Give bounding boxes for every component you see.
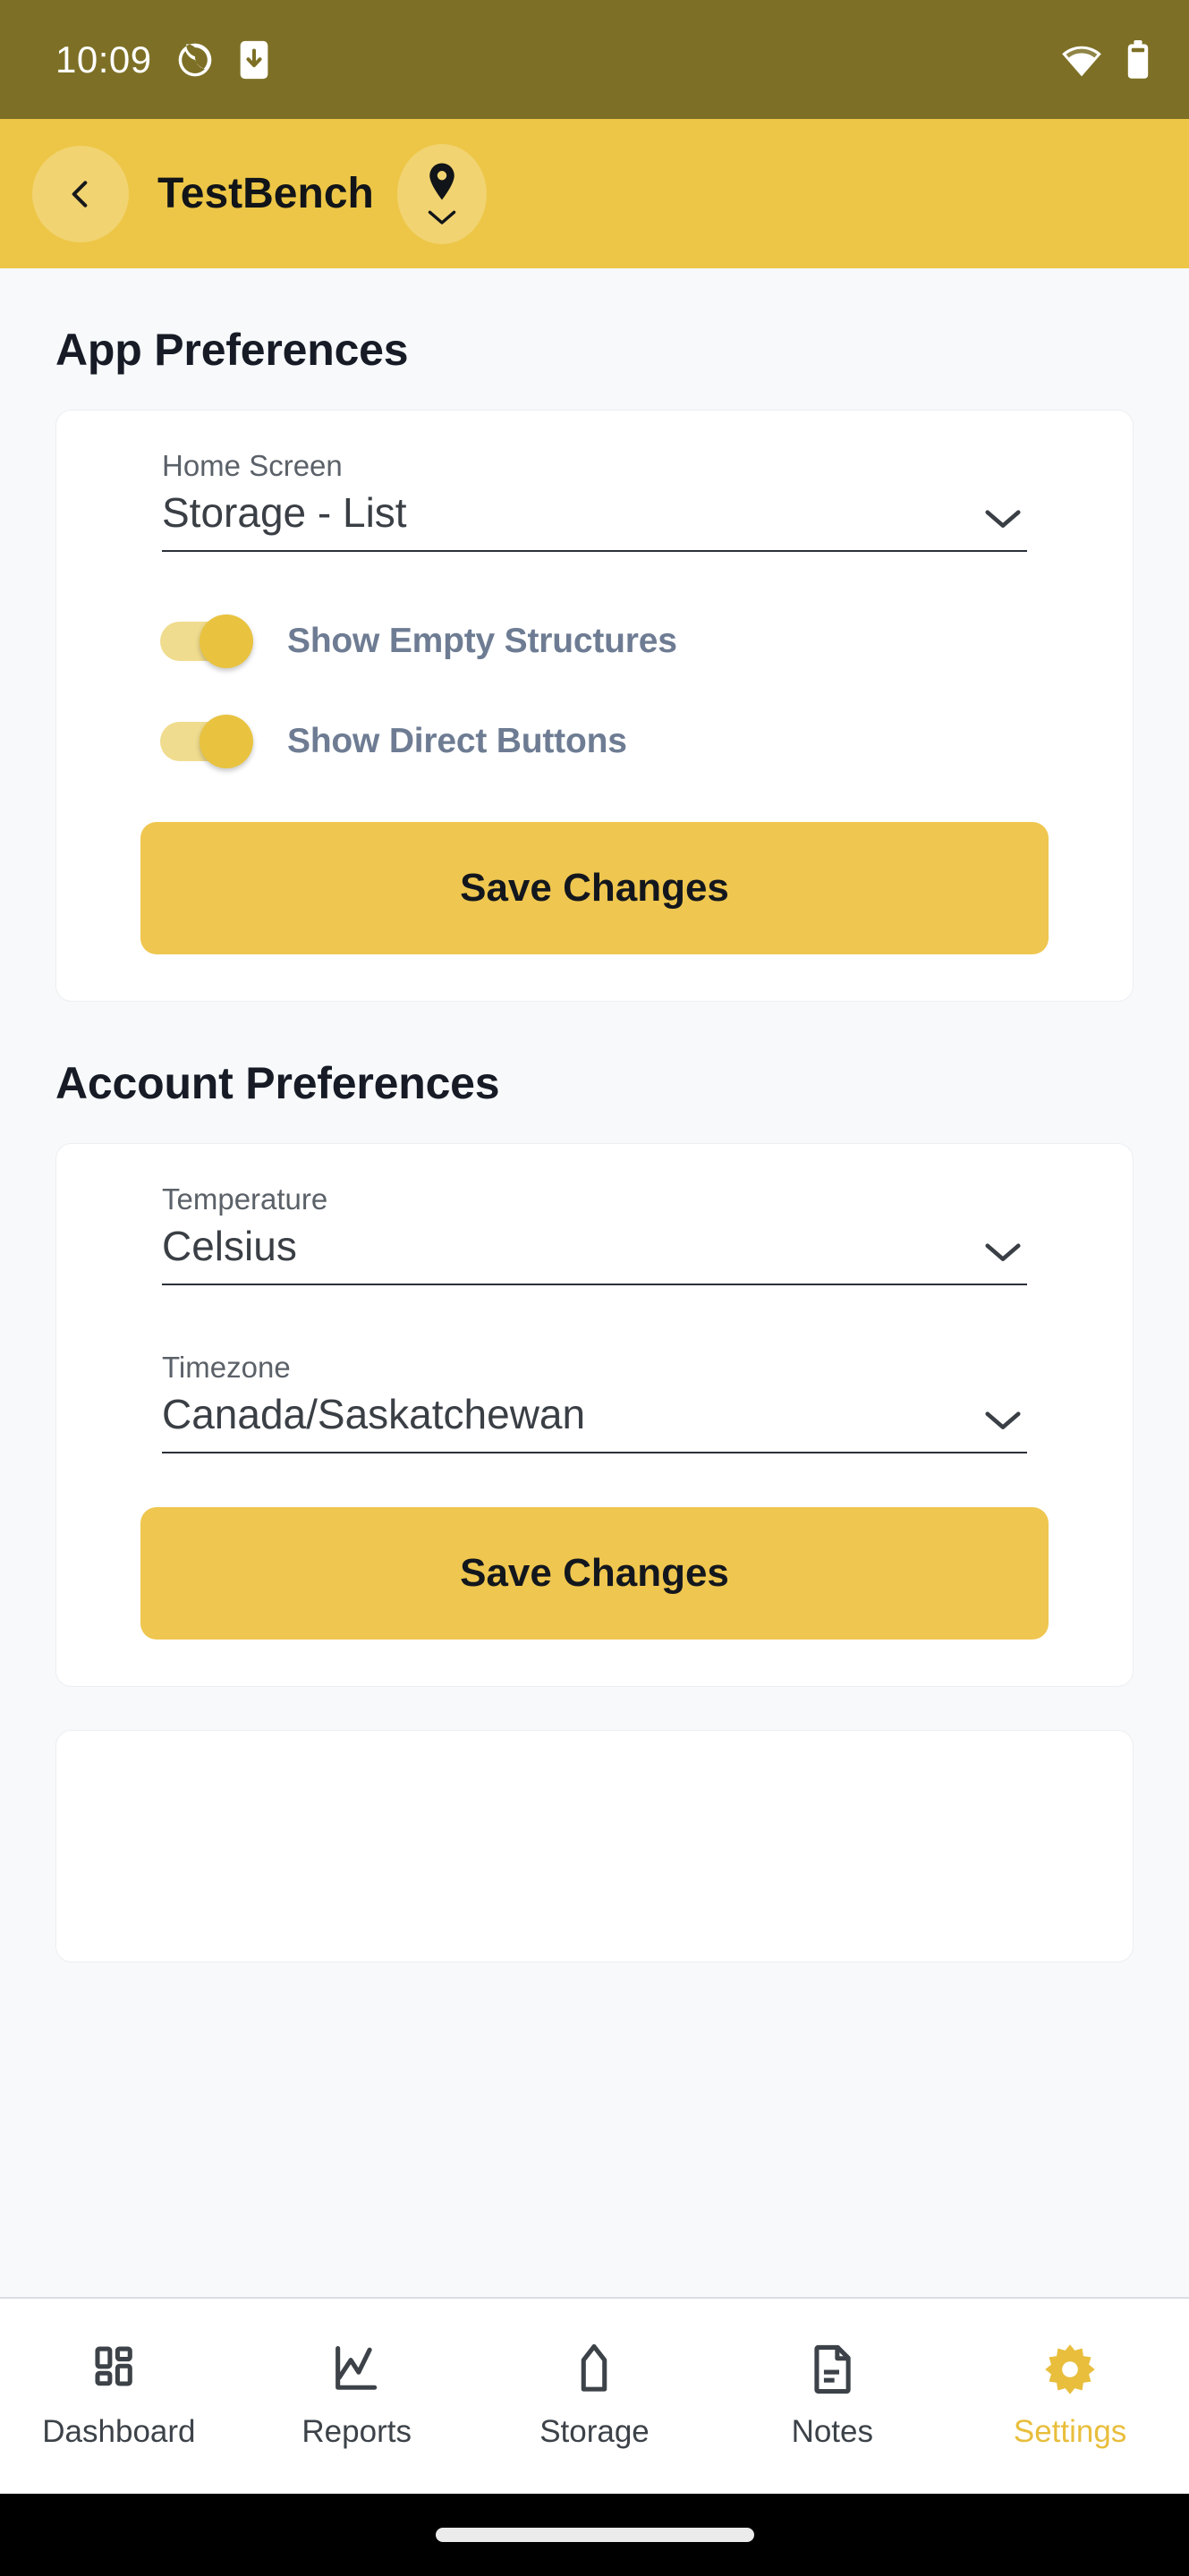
chevron-left-icon <box>72 180 88 208</box>
nav-item-reports[interactable]: Reports <box>238 2299 476 2488</box>
phone-download-icon <box>240 40 268 79</box>
temperature-label: Temperature <box>162 1182 328 1216</box>
back-button[interactable] <box>32 145 129 242</box>
nav-label: Dashboard <box>42 2413 196 2449</box>
sync-icon <box>178 43 211 76</box>
system-gesture-bar <box>0 2494 1189 2576</box>
nav-item-storage[interactable]: Storage <box>476 2299 714 2488</box>
temperature-value: Celsius <box>162 1222 297 1269</box>
next-preferences-card-partial <box>55 1730 1134 1963</box>
app-bar: TestBench <box>0 119 1189 268</box>
app-preferences-toggles: Show Empty Structures Show Direct Button… <box>108 614 1081 769</box>
toggle-show-empty-structures[interactable]: Show Empty Structures <box>160 614 1081 669</box>
dashboard-grid-icon <box>95 2346 132 2386</box>
nav-label: Reports <box>301 2413 412 2449</box>
temperature-select-row[interactable]: Celsius <box>162 1221 1027 1286</box>
battery-icon <box>1127 39 1149 79</box>
toggle-thumb <box>200 715 253 769</box>
status-bar-clock: 10:09 <box>55 38 152 80</box>
app-preferences-card: Home Screen Storage - List Show Empty St… <box>55 410 1134 1003</box>
chevron-down-icon <box>428 210 456 225</box>
status-bar-right <box>1060 39 1150 80</box>
account-preferences-title: Account Preferences <box>55 1058 500 1109</box>
nav-label: Storage <box>539 2413 650 2449</box>
timezone-select-row[interactable]: Canada/Saskatchewan <box>162 1389 1027 1454</box>
nav-item-settings[interactable]: Settings <box>951 2299 1189 2488</box>
home-screen-select[interactable]: Home Screen Storage - List <box>108 448 1081 553</box>
toggle-show-direct-buttons[interactable]: Show Direct Buttons <box>160 715 1081 769</box>
chevron-down-icon <box>985 1411 1021 1430</box>
status-bar-left: 10:09 <box>55 39 270 80</box>
app-preferences-title: App Preferences <box>55 325 409 375</box>
app-preferences-save-button[interactable]: Save Changes <box>140 822 1049 955</box>
home-indicator[interactable] <box>435 2528 754 2542</box>
nav-item-dashboard[interactable]: Dashboard <box>0 2299 238 2488</box>
location-selector-button[interactable] <box>396 143 487 244</box>
nav-label: Settings <box>1013 2413 1127 2449</box>
line-chart-icon <box>335 2345 377 2390</box>
phone-screen: 10:09 TestBench App Preferences Home Scr… <box>0 0 1189 2576</box>
home-screen-value: Storage - List <box>162 488 407 536</box>
timezone-value: Canada/Saskatchewan <box>162 1390 586 1437</box>
toggle-label: Show Empty Structures <box>287 622 677 661</box>
document-icon <box>814 2344 851 2394</box>
chevron-down-icon <box>985 510 1021 529</box>
bottom-navigation-bar: Dashboard Reports Storage Notes Settings <box>0 2297 1189 2494</box>
page-title: TestBench <box>157 170 374 217</box>
account-preferences-card: Temperature Celsius Timezone Canada/Sask… <box>55 1143 1134 1688</box>
temperature-select[interactable]: Temperature Celsius <box>108 1182 1081 1286</box>
timezone-label: Timezone <box>162 1351 291 1385</box>
nav-item-notes[interactable]: Notes <box>713 2299 951 2488</box>
timezone-select[interactable]: Timezone Canada/Saskatchewan <box>108 1350 1081 1454</box>
silo-icon <box>582 2343 607 2392</box>
wifi-icon <box>1062 46 1101 76</box>
nav-label: Notes <box>791 2413 873 2449</box>
toggle-thumb <box>200 614 253 669</box>
toggle-switch[interactable] <box>160 715 253 769</box>
gear-icon <box>1045 2343 1095 2394</box>
map-pin-icon <box>429 163 454 199</box>
home-screen-label: Home Screen <box>162 449 343 482</box>
chevron-down-icon <box>985 1243 1021 1262</box>
home-screen-select-row[interactable]: Storage - List <box>162 487 1027 553</box>
status-bar: 10:09 <box>0 0 1189 119</box>
toggle-label: Show Direct Buttons <box>287 722 627 761</box>
account-preferences-save-button[interactable]: Save Changes <box>140 1507 1049 1640</box>
settings-scroll-area[interactable]: App Preferences Home Screen Storage - Li… <box>0 268 1189 2297</box>
toggle-switch[interactable] <box>160 614 253 669</box>
